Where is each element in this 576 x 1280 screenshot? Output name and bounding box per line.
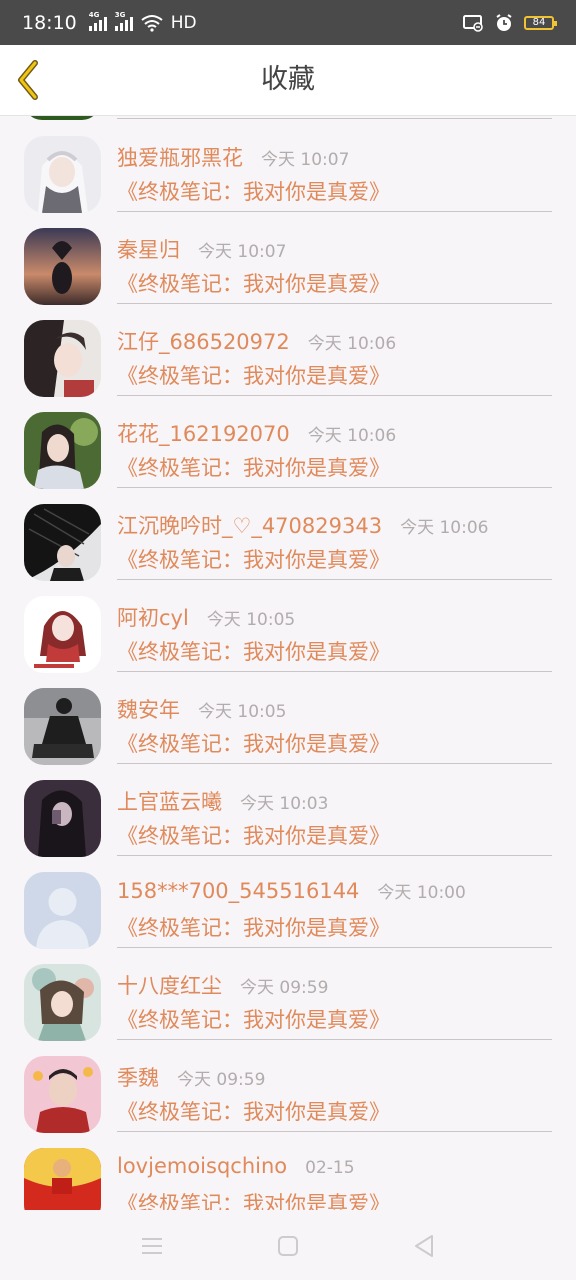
timestamp: 今天 09:59 (240, 978, 329, 998)
list-item[interactable]: lovjemoisqchino 02-15 《终极笔记：我对你是真爱》 (0, 1128, 576, 1210)
avatar[interactable] (24, 1148, 101, 1210)
alarm-icon (496, 13, 512, 31)
avatar[interactable] (24, 504, 101, 581)
username[interactable]: 季魏 (117, 1062, 159, 1092)
book-title[interactable]: 《终极笔记：我对你是真爱》 (117, 268, 390, 298)
timestamp: 今天 10:07 (198, 242, 287, 262)
signal-icon: 4G (88, 11, 107, 31)
home-button[interactable] (273, 1232, 303, 1260)
book-title[interactable]: 《终极笔记：我对你是真爱》 (117, 176, 390, 206)
book-title[interactable]: 《终极笔记：我对你是真爱》 (117, 636, 390, 666)
username[interactable]: 江沉晚吟时_♡_470829343 (117, 510, 382, 540)
page-title: 收藏 (261, 64, 315, 95)
username[interactable]: 上官蓝云曦 (117, 786, 222, 816)
list-item[interactable]: 上官蓝云曦 今天 10:03 《终极笔记：我对你是真爱》 (0, 760, 576, 857)
favorites-list[interactable]: 独爱瓶邪黑花 今天 10:07 《终极笔记：我对你是真爱》 秦星归 今天 10:… (0, 116, 576, 1210)
username[interactable]: 独爱瓶邪黑花 (117, 142, 243, 172)
list-item[interactable]: 魏安年 今天 10:05 《终极笔记：我对你是真爱》 (0, 668, 576, 765)
timestamp: 02-15 (305, 1158, 355, 1178)
book-title[interactable]: 《终极笔记：我对你是真爱》 (117, 1004, 390, 1034)
book-title[interactable]: 《终极笔记：我对你是真爱》 (117, 360, 390, 390)
avatar[interactable] (24, 596, 101, 673)
username[interactable]: 阿初cyl (117, 602, 189, 632)
triangle-back-icon (415, 1235, 433, 1257)
list-item[interactable]: 花花_162192070 今天 10:06 《终极笔记：我对你是真爱》 (0, 392, 576, 489)
avatar[interactable] (24, 320, 101, 397)
list-item[interactable]: 江仔_686520972 今天 10:06 《终极笔记：我对你是真爱》 (0, 300, 576, 397)
home-icon (278, 1236, 298, 1256)
list-item[interactable]: 秦星归 今天 10:07 《终极笔记：我对你是真爱》 (0, 208, 576, 305)
timestamp: 今天 10:05 (198, 702, 287, 722)
avatar[interactable] (24, 872, 101, 949)
default-avatar-icon (24, 872, 101, 949)
avatar[interactable] (24, 688, 101, 765)
username[interactable]: 花花_162192070 (117, 418, 290, 448)
timestamp: 今天 10:05 (206, 610, 296, 630)
list-item[interactable]: 阿初cyl 今天 10:05 《终极笔记：我对你是真爱》 (0, 576, 576, 673)
book-title[interactable]: 《终极笔记：我对你是真爱》 (117, 1096, 390, 1126)
book-title[interactable]: 《终极笔记：我对你是真爱》 (117, 728, 390, 758)
book-title[interactable]: 《终极笔记：我对你是真爱》 (117, 544, 390, 574)
status-bar: 18:10 4G 3G HD 84 (0, 0, 576, 45)
avatar[interactable] (24, 1056, 101, 1133)
back-nav-button[interactable] (409, 1232, 439, 1260)
menu-button[interactable] (137, 1232, 167, 1260)
timestamp: 今天 10:07 (261, 150, 350, 170)
status-time: 18:10 (22, 11, 77, 34)
username[interactable]: 秦星归 (117, 234, 180, 264)
list-item[interactable]: 江沉晚吟时_♡_470829343 今天 10:06 《终极笔记：我对你是真爱》 (0, 484, 576, 581)
system-nav-bar (0, 1210, 576, 1280)
timestamp: 今天 10:00 (377, 883, 466, 903)
timestamp: 今天 09:59 (177, 1070, 266, 1090)
avatar[interactable] (24, 412, 101, 489)
header: 收藏 (0, 45, 576, 116)
book-title[interactable]: 《终极笔记：我对你是真爱》 (117, 452, 390, 482)
avatar[interactable] (24, 136, 101, 213)
timestamp: 今天 10:03 (240, 794, 329, 814)
username[interactable]: 魏安年 (117, 694, 180, 724)
timestamp: 今天 10:06 (307, 334, 397, 354)
list-item[interactable]: 独爱瓶邪黑花 今天 10:07 《终极笔记：我对你是真爱》 (0, 116, 576, 213)
username[interactable]: 158***700_545516144 (117, 879, 359, 903)
menu-icon (142, 1238, 162, 1254)
list-item[interactable]: 158***700_545516144 今天 10:00 《终极笔记：我对你是真… (0, 852, 576, 949)
hd-indicator: HD (170, 12, 197, 33)
list-item[interactable]: 季魏 今天 09:59 《终极笔记：我对你是真爱》 (0, 1036, 576, 1133)
battery-icon: 84 (524, 15, 557, 30)
username[interactable]: lovjemoisqchino (117, 1154, 287, 1178)
avatar[interactable] (24, 228, 101, 305)
book-title[interactable]: 《终极笔记：我对你是真爱》 (117, 912, 390, 942)
avatar[interactable] (24, 964, 101, 1041)
signal-icon-2: 3G (114, 11, 133, 31)
avatar[interactable] (24, 780, 101, 857)
list-item[interactable]: 十八度红尘 今天 09:59 《终极笔记：我对你是真爱》 (0, 944, 576, 1041)
timestamp: 今天 10:06 (307, 426, 397, 446)
username[interactable]: 江仔_686520972 (117, 326, 290, 356)
book-title[interactable]: 《终极笔记：我对你是真爱》 (117, 820, 390, 850)
battery-level: 84 (532, 17, 546, 28)
cast-icon (463, 14, 483, 32)
book-title[interactable]: 《终极笔记：我对你是真爱》 (117, 1188, 390, 1210)
wifi-icon (141, 14, 163, 32)
timestamp: 今天 10:06 (400, 518, 489, 538)
username[interactable]: 十八度红尘 (117, 970, 222, 1000)
